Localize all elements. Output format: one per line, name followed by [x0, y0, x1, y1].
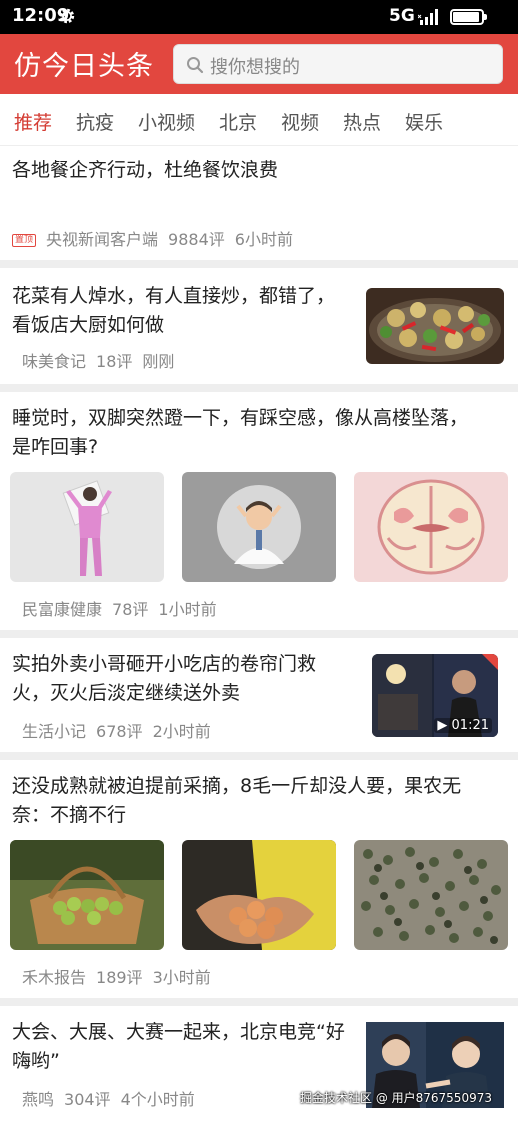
news-source: 味美食记 [22, 352, 87, 371]
news-meta: 味美食记 18评 刚刚 [22, 348, 184, 372]
news-thumbnail [354, 472, 508, 582]
news-thumbnail [182, 472, 336, 582]
news-meta: 生活小记 678评 2小时前 [22, 718, 221, 742]
news-source: 央视新闻客户端 [46, 230, 159, 249]
watermark: 掘金技术社区 @ 用户8767550973 [300, 1091, 492, 1105]
news-time: 2小时前 [152, 722, 211, 741]
search-icon [187, 57, 204, 74]
news-title: 各地餐企齐行动，杜绝餐饮浪费 [12, 159, 279, 181]
news-title: 花菜有人焯水，有人直接炒，都错了， 看饭店大厨如何做 [12, 285, 336, 336]
video-duration: ▶ 01:21 [434, 718, 492, 733]
play-icon: ▶ [437, 718, 448, 733]
tab-recommend[interactable]: 推荐 [14, 108, 52, 135]
news-time: 4个小时前 [120, 1090, 195, 1109]
news-source: 民富康健康 [22, 600, 103, 619]
news-title: 还没成熟就被迫提前采摘，8毛一斤却没人要，果农无 奈：不摘不行 [12, 775, 462, 826]
news-thumbnail [10, 472, 164, 582]
news-comments: 678评 [96, 722, 143, 741]
news-meta: 置顶 央视新闻客户端 9884评 6小时前 [12, 226, 303, 250]
news-thumbnail [366, 288, 504, 364]
news-thumbnail [10, 840, 164, 950]
signal-icon [418, 9, 438, 25]
divider [0, 260, 518, 268]
news-title: 实拍外卖小哥砸开小吃店的卷帘门救 火，灭火后淡定继续送外卖 [12, 653, 317, 704]
news-time: 1小时前 [158, 600, 217, 619]
news-thumbnail [182, 840, 336, 950]
news-item[interactable]: 还没成熟就被迫提前采摘，8毛一斤却没人要，果农无 奈：不摘不行 禾木报告 189… [0, 760, 518, 998]
tab-entertainment[interactable]: 娱乐 [405, 108, 443, 135]
news-comments: 18评 [96, 352, 133, 371]
status-bar: 12:09 5G [0, 0, 518, 34]
news-meta: 禾木报告 189评 3小时前 [22, 964, 221, 988]
news-source: 生活小记 [22, 722, 87, 741]
news-comments: 304评 [64, 1090, 111, 1109]
news-comments: 189评 [96, 968, 143, 987]
search-input[interactable]: 搜你想搜的 [173, 44, 503, 84]
news-item[interactable]: 睡觉时，双脚突然蹬一下，有踩空感，像从高楼坠落， 是咋回事? 民富康健康 78评… [0, 392, 518, 630]
news-time: 刚刚 [142, 352, 175, 371]
divider [0, 384, 518, 392]
tab-video[interactable]: 视频 [281, 108, 319, 135]
news-thumbnail [354, 840, 508, 950]
news-time: 3小时前 [152, 968, 211, 987]
video-thumbnail[interactable]: ▶ 01:21 [372, 654, 498, 737]
news-comments: 78评 [112, 600, 149, 619]
tab-beijing[interactable]: 北京 [219, 108, 257, 135]
app-header: 仿今日头条 搜你想搜的 [0, 34, 518, 94]
network-type: 5G [389, 6, 415, 26]
app-title: 仿今日头条 [14, 51, 154, 82]
divider [0, 752, 518, 760]
battery-icon [450, 9, 487, 25]
tab-short-video[interactable]: 小视频 [138, 108, 195, 135]
news-meta: 燕鸣 304评 4个小时前 [22, 1086, 205, 1110]
news-comments: 9884评 [168, 230, 225, 249]
news-source: 燕鸣 [22, 1090, 55, 1109]
news-meta: 民富康健康 78评 1小时前 [22, 596, 227, 620]
news-item[interactable]: 实拍外卖小哥砸开小吃店的卷帘门救 火，灭火后淡定继续送外卖 生活小记 678评 2小… [0, 638, 518, 752]
news-item[interactable]: 各地餐企齐行动，杜绝餐饮浪费 置顶 央视新闻客户端 9884评 6小时前 [0, 146, 518, 260]
news-title: 睡觉时，双脚突然蹬一下，有踩空感，像从高楼坠落， 是咋回事? [12, 407, 469, 458]
tab-anti-epidemic[interactable]: 抗疫 [76, 108, 114, 135]
news-item[interactable]: 花菜有人焯水，有人直接炒，都错了， 看饭店大厨如何做 味美食记 18评 刚刚 [0, 268, 518, 384]
search-placeholder: 搜你想搜的 [210, 57, 300, 78]
tab-hot[interactable]: 热点 [343, 108, 381, 135]
pinned-badge: 置顶 [12, 234, 37, 247]
news-title: 大会、大展、大赛一起来，北京电竞“好 嗨哟” [12, 1021, 345, 1072]
news-source: 禾木报告 [22, 968, 87, 987]
channel-tab-bar: 推荐 抗疫 小视频 北京 视频 热点 娱乐 [0, 94, 518, 146]
news-time: 6小时前 [234, 230, 293, 249]
divider [0, 998, 518, 1006]
divider [0, 630, 518, 638]
gear-icon [59, 8, 75, 24]
